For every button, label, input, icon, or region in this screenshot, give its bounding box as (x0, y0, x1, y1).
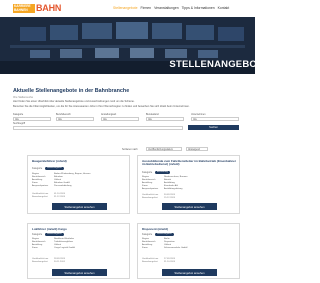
job-detail-row: Ansprechpartner Personalabteilung (32, 185, 72, 187)
filter-kategorie-select[interactable]: Alle (13, 117, 51, 121)
job-category-badge: Stellenangebot (45, 166, 64, 170)
job-category-badge: Stellenangebot (155, 232, 174, 236)
job-detail-row: Region Berlin (142, 238, 170, 240)
page-title: Aktuelle Stellenangebote in der Bahnbran… (13, 88, 130, 94)
job-detail-row: Firma Schienenverkehr GmbH (142, 247, 188, 249)
view-job-button[interactable]: Stellenangebot ansehen (52, 203, 107, 210)
job-category-badge: Stellenangebot (45, 232, 64, 236)
job-detail-row: Anstellung Ausbildung (142, 182, 175, 184)
job-category-label: Kategorie (142, 233, 153, 236)
job-detail-row: Berufsbereich Triebfahrzeugführer (32, 241, 74, 243)
job-detail-row: Berufsbereich Bahnbau (32, 176, 63, 178)
filter-label-anstellungsart: Anstellungsart (101, 113, 117, 116)
job-title[interactable]: Baugeräteführer (m/w/d) (32, 159, 127, 163)
main-nav: Stellenangebote Firmen Veranstaltungen T… (113, 6, 229, 10)
search-button[interactable]: Suchen (188, 125, 239, 130)
job-deadline: Bewerbungsfrist 15.12.2024 (142, 197, 175, 199)
filter-label-berufsbereich: Berufsbereich (56, 113, 71, 116)
job-detail-row: Region Nordrhein-Westfalen (32, 238, 75, 240)
job-deadline: Bewerbungsfrist 31.12.2024 (32, 196, 65, 198)
job-published: Veröffentlicht am 01.10.2024 (32, 193, 65, 195)
hero-title: STELLENANGEBOT (169, 59, 255, 70)
filter-anstellungsart-select[interactable]: Alle (101, 117, 139, 121)
logo-badge: KARRIERE BAHNEN (13, 4, 35, 13)
filter-label-bundesland: Bundesland (146, 113, 159, 116)
filter-label-unternehmen: Unternehmen (191, 113, 206, 116)
sort-order-select[interactable]: Absteigend (186, 147, 208, 151)
filter-bundesland-select[interactable]: Alle (146, 117, 184, 121)
view-job-button[interactable]: Stellenangebot ansehen (52, 269, 107, 276)
job-category-label: Kategorie (142, 171, 153, 174)
job-card: Disponent (m/w/d) Kategorie Stellenangeb… (137, 223, 240, 279)
nav-item-tipps[interactable]: Tipps & Informationen (182, 6, 215, 10)
view-job-button[interactable]: Stellenangebot ansehen (162, 269, 217, 276)
job-category-label: Kategorie (32, 233, 43, 236)
job-published: Veröffentlicht am 30.09.2024 (142, 194, 175, 196)
filter-unternehmen-select[interactable]: Alle (191, 117, 239, 121)
job-detail-row: Anstellung Vollzeit (32, 244, 61, 246)
page: KARRIERE BAHNEN BAHN Stellenangebote Fir… (0, 0, 255, 283)
job-detail-row: Firma Cargo Logistik GmbH (32, 247, 75, 249)
job-card: Lokführer (m/w/d) Cargo Kategorie Stelle… (27, 223, 130, 279)
intro-paragraph-2: Benutzen Sie die Filtermöglichkeiten, um… (13, 105, 190, 108)
view-job-button[interactable]: Stellenangebot ansehen (162, 203, 217, 210)
job-detail-row: Firma Eisenbahn AG (142, 185, 178, 187)
job-detail-row: Anstellung Vollzeit (32, 179, 61, 181)
job-published: Veröffentlicht am 28.09.2024 (32, 258, 65, 260)
job-detail-row: Region Niedersachsen, Bremen (142, 176, 188, 178)
job-title[interactable]: Auszubildende zum Fahrdienstleiter im Ba… (142, 159, 237, 167)
job-detail-row: Berufsbereich Disposition (142, 241, 175, 243)
job-card: Auszubildende zum Fahrdienstleiter im Ba… (137, 155, 240, 214)
nav-item-firmen[interactable]: Firmen (141, 6, 152, 10)
nav-item-veranstaltungen[interactable]: Veranstaltungen (154, 6, 179, 10)
page-subtitle: Ihre Stellensuche (13, 96, 34, 99)
hero-banner: STELLENANGEBOT (0, 17, 255, 74)
keyword-label: Suchbegriff (13, 122, 26, 125)
job-deadline: Bewerbungsfrist 30.11.2024 (32, 261, 65, 263)
filter-label-kategorie: Kategorie (13, 113, 24, 116)
job-detail-row: Ansprechpartner Ausbildungsleitung (142, 188, 183, 190)
nav-item-kontakt[interactable]: Kontakt (218, 6, 230, 10)
job-title[interactable]: Disponent (m/w/d) (142, 227, 237, 231)
job-deadline: Bewerbungsfrist 31.10.2024 (142, 261, 175, 263)
site-logo[interactable]: KARRIERE BAHNEN BAHN (13, 4, 61, 13)
job-category-label: Kategorie (32, 167, 43, 170)
nav-item-stellenangebote[interactable]: Stellenangebote (113, 6, 138, 10)
job-detail-row: Region Baden-Württemberg, Bayern, Hessen (32, 173, 91, 175)
intro-paragraph-1: Hier finden Sie einen Überblick über akt… (13, 100, 135, 103)
sort-label: Sortieren nach (122, 148, 138, 151)
site-header: KARRIERE BAHNEN BAHN Stellenangebote Fir… (0, 0, 255, 18)
job-title[interactable]: Lokführer (m/w/d) Cargo (32, 227, 127, 231)
job-detail-row: Berufsbereich Betrieb (142, 179, 171, 181)
job-published: Veröffentlicht am 27.09.2024 (142, 258, 175, 260)
logo-text: BAHN (36, 3, 62, 13)
job-category-badge: Ausbildung (155, 170, 170, 174)
job-detail-row: Firma Bahnbau GmbH (32, 182, 70, 184)
logo-badge-line2: BAHNEN (14, 7, 28, 12)
job-card: Baugeräteführer (m/w/d) Kategorie Stelle… (27, 155, 130, 214)
job-detail-row: Anstellung Vollzeit (142, 244, 171, 246)
sort-field-select[interactable]: Veröffentlichungsdatum (146, 147, 182, 151)
filter-berufsbereich-select[interactable]: Alle (56, 117, 94, 121)
keyword-input[interactable] (13, 126, 183, 130)
